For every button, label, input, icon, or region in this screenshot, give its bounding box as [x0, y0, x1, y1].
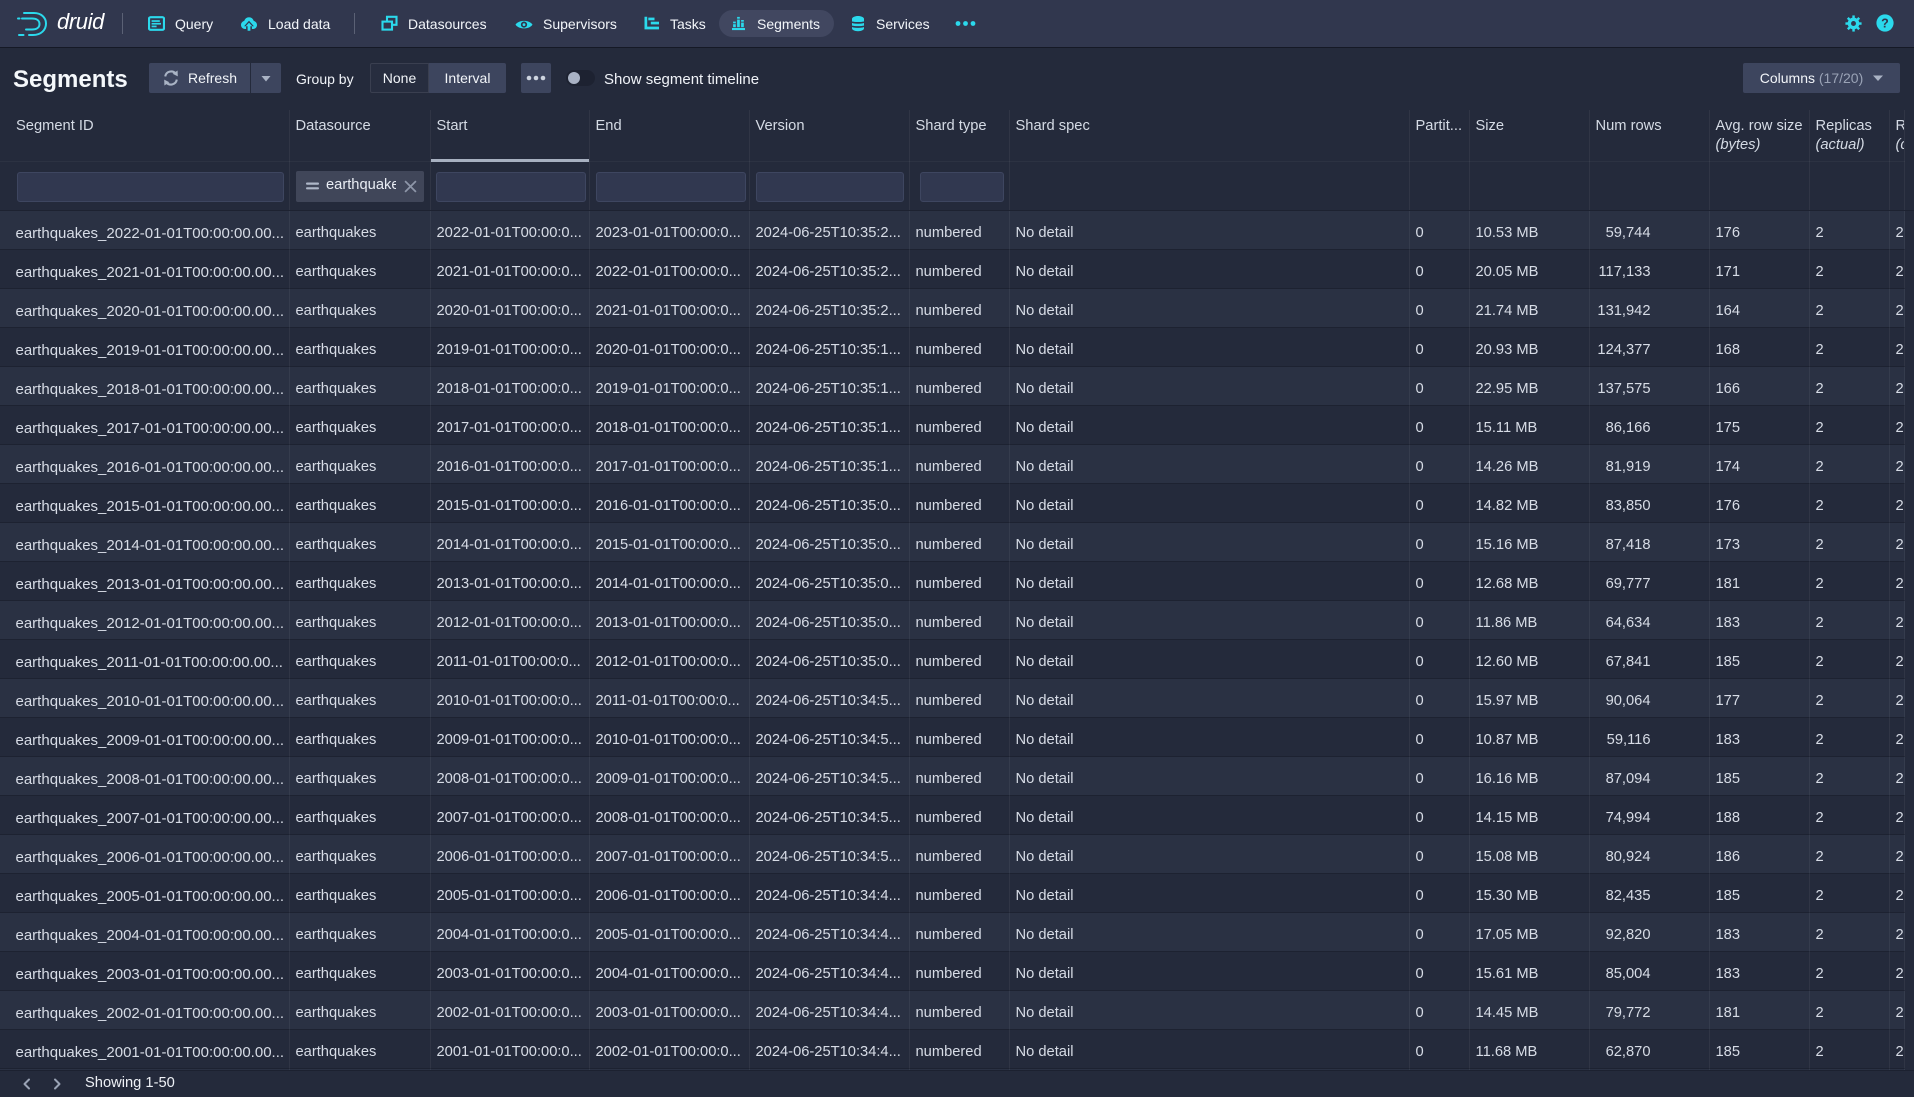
svg-text:?: ?	[1881, 16, 1889, 30]
